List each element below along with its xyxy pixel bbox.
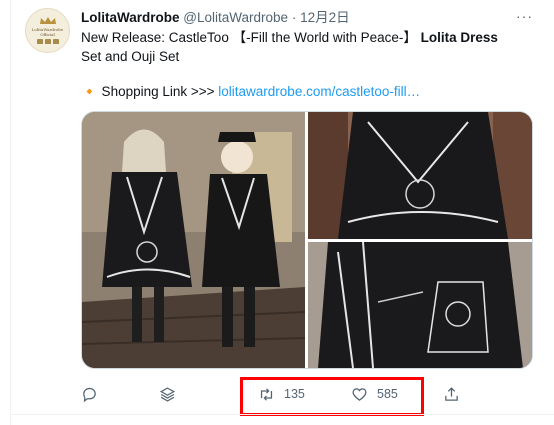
- share-button[interactable]: [443, 382, 460, 406]
- photo-two-models-illustration: [82, 112, 305, 368]
- crown-icon: [39, 17, 56, 24]
- tweet-header: LolitaWardrobe @LolitaWardrobe · 12月2日: [81, 9, 350, 27]
- photo-two-models[interactable]: [82, 112, 305, 368]
- reply-icon: [83, 387, 96, 402]
- author-name[interactable]: LolitaWardrobe: [81, 10, 180, 25]
- photo-dress-front[interactable]: [308, 112, 532, 239]
- more-options-button[interactable]: ···: [516, 8, 533, 24]
- photo-dress-front-illustration: [308, 112, 532, 239]
- layers-icon: [159, 386, 176, 402]
- tweet-date[interactable]: 12月2日: [300, 10, 350, 25]
- timeline-left-border: [10, 0, 11, 425]
- header-separator: ·: [291, 10, 297, 25]
- photo-dress-detail[interactable]: [308, 242, 532, 368]
- castle-icon: [36, 39, 59, 44]
- media-grid: [81, 111, 533, 369]
- highlight-annotation-box: [240, 377, 424, 416]
- avatar-brand-text: LolitaWardrobe Official: [31, 27, 64, 37]
- reply-button[interactable]: [81, 382, 98, 406]
- tweet-text-bold: Lolita Dress: [420, 30, 498, 45]
- photo-dress-detail-illustration: [308, 242, 532, 368]
- avatar[interactable]: LolitaWardrobe Official: [25, 8, 70, 53]
- shopping-link[interactable]: lolitawardrobe.com/castletoo-fill…: [218, 84, 420, 99]
- tweet-text: New Release: CastleToo 【-Fill the World …: [81, 28, 521, 66]
- tweet-text-part1: New Release: CastleToo 【-Fill the World …: [81, 30, 421, 45]
- shopping-line: 🔸 Shopping Link >>> lolitawardrobe.com/c…: [81, 82, 420, 101]
- tweet-text-part2: Set and Ouji Set: [81, 49, 180, 64]
- share-icon: [445, 386, 458, 401]
- tweet-bottom-border: [10, 414, 554, 415]
- shopping-prefix: 🔸 Shopping Link >>>: [81, 84, 219, 99]
- author-handle[interactable]: @LolitaWardrobe: [183, 10, 288, 25]
- layers-button[interactable]: [159, 382, 176, 406]
